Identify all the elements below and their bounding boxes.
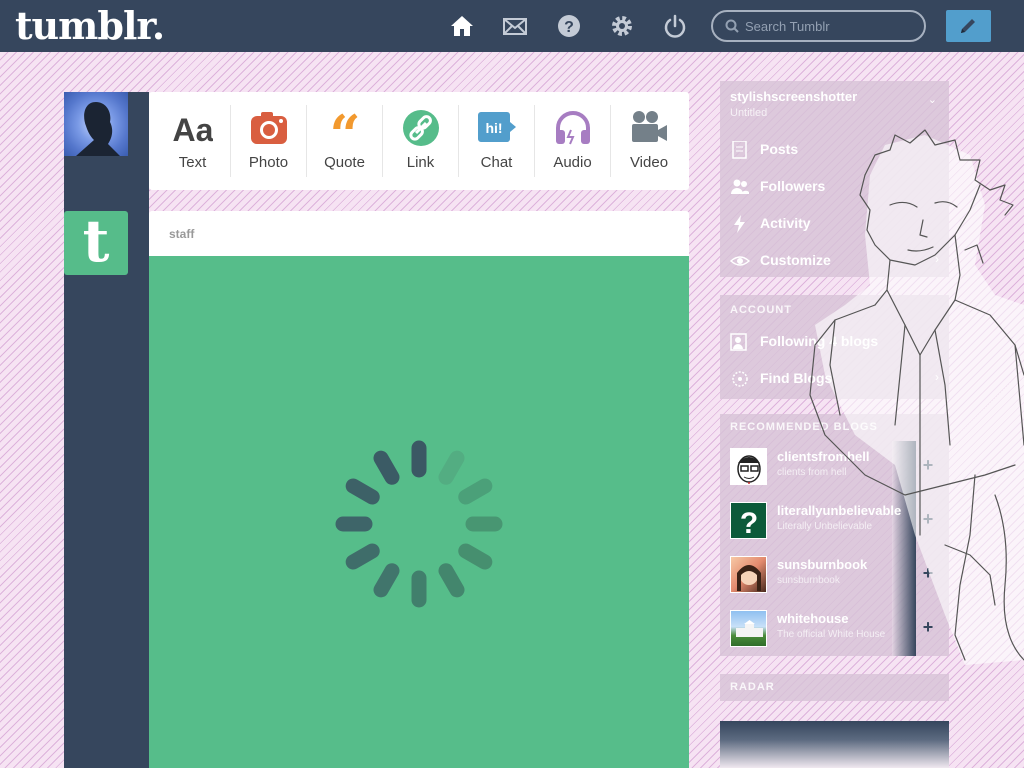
blog-name[interactable]: stylishscreenshotter (730, 89, 857, 104)
compass-icon (732, 371, 748, 387)
document-icon (732, 141, 747, 159)
sidebar-item-followers[interactable]: Followers (720, 168, 949, 205)
recommended-item[interactable]: sunsburnbook sunsburnbook + (720, 548, 949, 602)
search-box[interactable] (711, 10, 926, 42)
post-type-video[interactable]: Video (611, 105, 687, 177)
recommended-item[interactable]: ? literallyunbelievable Literally Unbeli… (720, 494, 949, 548)
recommended-blogs: RECOMMENDED BLOGS clientsfromhell client… (720, 414, 949, 656)
radar-header: RADAR (730, 681, 775, 693)
post-type-link[interactable]: Link (383, 105, 459, 177)
lightning-icon (734, 215, 745, 233)
user-avatar[interactable] (64, 92, 128, 156)
followers-icon (731, 179, 749, 194)
post-type-bar: Aa Text Photo “ Quote Link hi! Chat Audi… (149, 92, 689, 190)
blog-subtitle: Untitled (730, 107, 768, 119)
compose-button[interactable] (946, 10, 991, 42)
svg-text:?: ? (740, 507, 758, 539)
post-content (149, 256, 689, 768)
svg-text:Aa: Aa (173, 112, 213, 148)
blog-avatar (730, 448, 767, 485)
post-type-text[interactable]: Aa Text (149, 105, 231, 177)
headphones-icon (555, 111, 590, 145)
blog-avatar: ? (730, 502, 767, 539)
post-type-quote[interactable]: “ Quote (307, 105, 383, 177)
tumblr-logo[interactable]: tumblr. (15, 4, 165, 48)
power-icon[interactable] (662, 13, 688, 39)
help-icon[interactable]: ? (556, 13, 582, 39)
post-author[interactable]: staff (169, 227, 194, 241)
follow-button[interactable]: + (917, 450, 939, 480)
video-camera-icon (632, 111, 667, 142)
svg-text:hi!: hi! (485, 120, 502, 136)
sidebar-item-find-blogs[interactable]: Find Blogs › (720, 360, 949, 397)
sidebar-item-activity[interactable]: Activity (720, 205, 949, 242)
staff-avatar[interactable]: t (64, 211, 128, 275)
post-type-chat[interactable]: hi! Chat (459, 105, 535, 177)
mail-icon[interactable] (502, 13, 528, 39)
sidebar-item-following[interactable]: Following 4 blogs (720, 323, 949, 360)
chevron-right-icon: › (935, 370, 939, 384)
loading-spinner-icon (335, 440, 503, 608)
top-bar: tumblr. ? (0, 0, 1024, 52)
account-menu: ACCOUNT Following 4 blogs Find Blogs › (720, 295, 949, 399)
sidebar-item-customize[interactable]: Customize › (720, 242, 949, 279)
search-icon (725, 19, 739, 33)
recommended-item[interactable]: whitehouse The official White House + (720, 602, 949, 656)
recommended-header: RECOMMENDED BLOGS (730, 421, 878, 433)
blog-avatar (730, 610, 767, 647)
radar-section: RADAR (720, 674, 949, 701)
post-type-audio[interactable]: Audio (535, 105, 611, 177)
link-icon (402, 110, 439, 146)
chat-icon: hi! (477, 112, 516, 142)
radar-image[interactable] (720, 721, 949, 768)
svg-text:“: “ (329, 108, 360, 148)
search-input[interactable] (745, 17, 915, 35)
settings-icon[interactable] (609, 13, 635, 39)
home-icon[interactable] (449, 13, 475, 39)
eye-icon (730, 256, 750, 266)
camera-icon (250, 112, 287, 144)
follow-button[interactable]: + (917, 558, 939, 588)
follow-button[interactable]: + (917, 612, 939, 642)
pencil-icon (961, 19, 975, 33)
quote-icon: “ (329, 108, 360, 148)
chevron-down-icon[interactable]: ⌄ (928, 93, 937, 106)
sidebar-item-posts[interactable]: Posts (720, 131, 949, 168)
chevron-right-icon: › (935, 252, 939, 266)
blog-menu: stylishscreenshotter Untitled ⌄ Posts Fo… (720, 81, 949, 277)
account-header: ACCOUNT (730, 304, 792, 316)
blog-avatar (730, 556, 767, 593)
post-type-photo[interactable]: Photo (231, 105, 307, 177)
post-header: staff (149, 211, 689, 256)
svg-text:?: ? (564, 19, 574, 36)
dashboard-column (64, 92, 149, 768)
following-icon (730, 333, 747, 351)
text-icon: Aa (173, 112, 213, 148)
recommended-item[interactable]: clientsfromhell clients from hell + (720, 440, 949, 494)
follow-button[interactable]: + (917, 504, 939, 534)
